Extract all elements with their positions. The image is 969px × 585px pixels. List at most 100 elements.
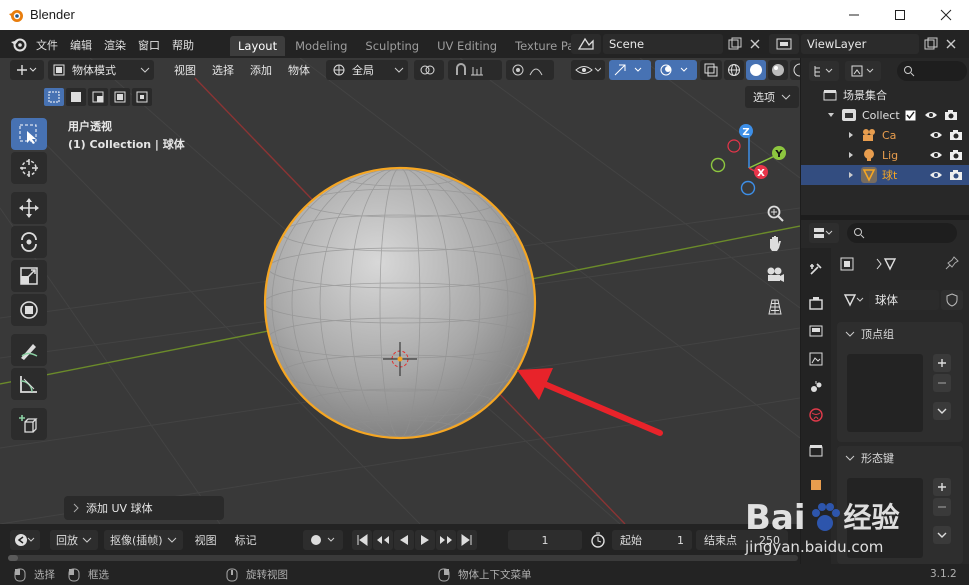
select-box-tool[interactable]	[11, 118, 47, 150]
minimize-button[interactable]	[831, 0, 877, 30]
fake-user-shield-icon[interactable]	[941, 290, 963, 310]
cursor-tool[interactable]	[11, 152, 47, 184]
tab-modeling[interactable]: Modeling	[287, 36, 355, 56]
blender-menu-icon[interactable]	[10, 36, 28, 52]
uv-sphere-object[interactable]	[255, 163, 545, 453]
rendered-shading-icon[interactable]	[790, 60, 800, 80]
add-cube-tool[interactable]	[11, 408, 47, 440]
collection-tab-icon[interactable]	[805, 440, 827, 462]
outliner-camera-row[interactable]: Ca	[801, 125, 969, 145]
next-keyframe-icon[interactable]	[436, 530, 456, 550]
mesh-data-icon[interactable]	[839, 290, 869, 310]
rotate-tool[interactable]	[11, 226, 47, 258]
tab-uv-editing[interactable]: UV Editing	[429, 36, 505, 56]
object-tab-icon[interactable]	[805, 474, 827, 496]
outliner-search-input[interactable]	[897, 61, 967, 81]
editor-type-icon[interactable]	[10, 60, 44, 80]
menu-select[interactable]: 选择	[206, 62, 240, 78]
zoom-icon[interactable]	[762, 200, 788, 226]
menu-object[interactable]: 物体	[282, 62, 316, 78]
pin-icon[interactable]	[945, 256, 959, 270]
solid-shading-icon[interactable]	[746, 60, 766, 80]
menu-render[interactable]: 渲染	[98, 37, 132, 53]
start-frame-field[interactable]: 起始 1	[612, 530, 692, 550]
shape-keys-header[interactable]: 形态键	[845, 450, 894, 466]
scene-icon[interactable]	[571, 34, 601, 54]
world-tab-icon[interactable]	[805, 404, 827, 426]
output-tab-icon[interactable]	[805, 320, 827, 342]
vertex-groups-header[interactable]: 顶点组	[845, 326, 894, 342]
annotate-tool[interactable]	[11, 334, 47, 366]
viewport-options-button[interactable]: 选项	[745, 86, 799, 108]
add-vertex-group-icon[interactable]	[933, 354, 951, 372]
menu-help[interactable]: 帮助	[166, 37, 200, 53]
timeline-view-menu[interactable]: 视图	[189, 532, 223, 548]
menu-edit[interactable]: 编辑	[64, 37, 98, 53]
properties-search-input[interactable]	[847, 223, 957, 243]
outliner-sphere-row[interactable]: 球t	[801, 165, 969, 185]
material-shading-icon[interactable]	[768, 60, 788, 80]
new-scene-icon[interactable]	[725, 34, 745, 54]
outliner-scene-collection[interactable]: 场景集合	[801, 85, 969, 105]
select-difference-icon[interactable]	[110, 88, 130, 106]
delete-scene-icon[interactable]	[745, 34, 765, 54]
add-shape-key-icon[interactable]	[933, 478, 951, 496]
tab-sculpting[interactable]: Sculpting	[357, 36, 427, 56]
vertex-groups-list[interactable]	[847, 354, 923, 432]
menu-file[interactable]: 文件	[30, 37, 64, 53]
navigation-gizmo[interactable]: Z Y X	[705, 118, 795, 208]
3d-viewport[interactable]: 物体模式 视图 选择 添加 物体 全局 选项 用户透视 (1) Collecti…	[0, 58, 800, 524]
select-extend-icon[interactable]	[66, 88, 86, 106]
preview-range-clock-icon[interactable]	[588, 530, 608, 550]
delete-viewlayer-icon[interactable]	[941, 34, 961, 54]
vertex-group-menu-icon[interactable]	[933, 402, 951, 420]
timeline-scrollbar[interactable]	[8, 555, 798, 561]
overlays-toggle-icon[interactable]	[655, 60, 697, 80]
current-frame-field[interactable]: 1	[508, 530, 582, 550]
tab-layout[interactable]: Layout	[230, 36, 286, 56]
display-mode-icon[interactable]	[845, 61, 881, 81]
properties-editor-type-icon[interactable]	[809, 223, 839, 243]
mode-dropdown[interactable]: 物体模式	[48, 60, 154, 80]
new-viewlayer-icon[interactable]	[921, 34, 941, 54]
move-tool[interactable]	[11, 192, 47, 224]
timeline-editor-type-icon[interactable]	[10, 530, 40, 550]
pivot-point-icon[interactable]	[414, 60, 444, 80]
jump-start-icon[interactable]	[352, 530, 372, 550]
tool-tab-icon[interactable]	[805, 258, 827, 280]
wireframe-shading-icon[interactable]	[724, 60, 744, 80]
render-tab-icon[interactable]	[805, 292, 827, 314]
play-icon[interactable]	[415, 530, 435, 550]
keying-menu[interactable]: 抠像(插帧)	[104, 530, 183, 550]
last-operator-panel[interactable]: 添加 UV 球体	[64, 496, 224, 520]
transform-tool[interactable]	[11, 294, 47, 326]
close-window-button[interactable]	[923, 0, 969, 30]
transform-orientation-dropdown[interactable]: 全局	[326, 60, 408, 80]
marker-menu[interactable]: 标记	[229, 532, 263, 548]
pan-hand-icon[interactable]	[762, 230, 788, 256]
mesh-name-field[interactable]: 球体	[869, 290, 939, 310]
remove-vertex-group-icon[interactable]	[933, 374, 951, 392]
playback-menu[interactable]: 回放	[50, 530, 98, 550]
select-intersect-icon[interactable]	[132, 88, 152, 106]
jump-end-icon[interactable]	[457, 530, 477, 550]
menu-view[interactable]: 视图	[168, 62, 202, 78]
snap-icon[interactable]	[448, 60, 502, 80]
select-subtract-icon[interactable]	[88, 88, 108, 106]
camera-view-icon[interactable]	[762, 262, 788, 288]
proportional-editing-icon[interactable]	[506, 60, 554, 80]
menu-window[interactable]: 窗口	[132, 37, 166, 53]
scene-name-field[interactable]: Scene	[603, 34, 723, 54]
visibility-icon[interactable]	[571, 60, 605, 80]
select-new-icon[interactable]	[44, 88, 64, 106]
outliner-light-row[interactable]: Lig	[801, 145, 969, 165]
view-layer-tab-icon[interactable]	[805, 348, 827, 370]
prev-keyframe-icon[interactable]	[373, 530, 393, 550]
scene-selector[interactable]: Scene	[571, 34, 765, 54]
viewlayer-name-field[interactable]: ViewLayer	[801, 34, 919, 54]
scale-tool[interactable]	[11, 260, 47, 292]
viewlayer-selector[interactable]: ViewLayer	[769, 34, 961, 54]
mesh-datablock-selector[interactable]: 球体	[839, 290, 967, 310]
outliner-collection-row[interactable]: Collect	[801, 105, 969, 125]
play-reverse-icon[interactable]	[394, 530, 414, 550]
